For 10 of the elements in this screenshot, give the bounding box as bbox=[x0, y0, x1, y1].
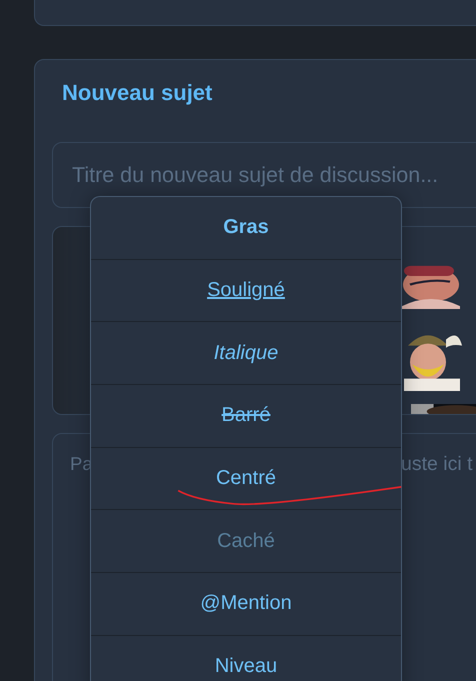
format-menu-item[interactable]: Italique bbox=[91, 322, 401, 386]
title-placeholder: Titre du nouveau sujet de discussion... bbox=[72, 162, 438, 188]
format-menu-item[interactable]: Souligné bbox=[91, 260, 401, 322]
message-placeholder: uste ici t bbox=[401, 453, 473, 476]
format-menu-item[interactable]: Gras bbox=[91, 197, 401, 260]
format-menu-item[interactable]: @Mention bbox=[91, 573, 401, 636]
format-menu-item[interactable]: Barré bbox=[91, 385, 401, 448]
panel-title: Nouveau sujet bbox=[62, 80, 214, 107]
format-menu-item[interactable]: Centré bbox=[91, 448, 401, 510]
format-menu-item[interactable]: Niveau bbox=[91, 636, 401, 681]
